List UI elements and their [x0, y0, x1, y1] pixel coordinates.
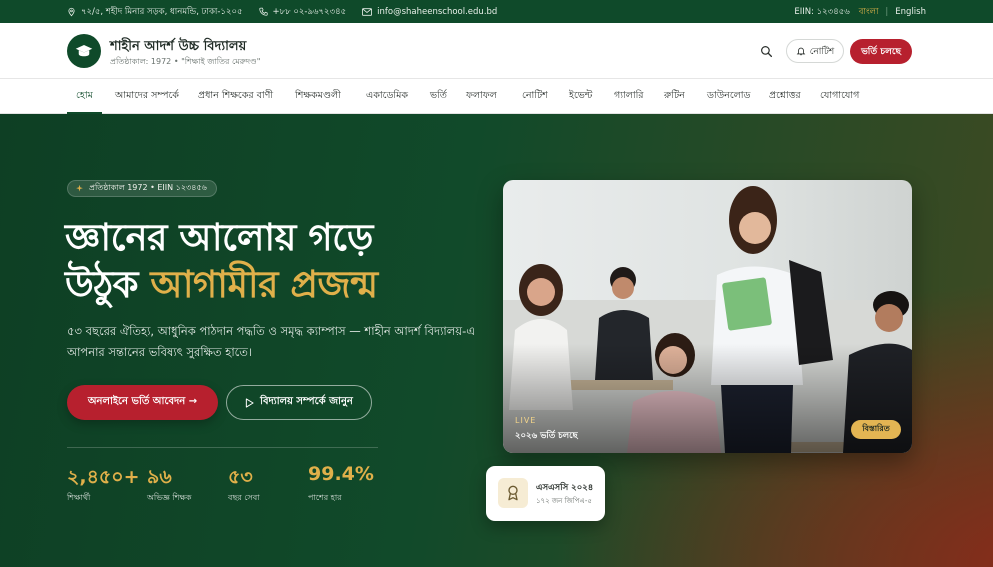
- site-header: শাহীন আদর্শ উচ্চ বিদ্যালয় প্রতিষ্ঠাকাল:…: [0, 23, 993, 79]
- details-button[interactable]: বিস্তারিত: [851, 420, 901, 439]
- result-subtitle: ১৭২ জন জিপিএ-৫: [536, 497, 592, 505]
- topbar-right: EIIN: ১২৩৪৫৬ বাংলা | English: [794, 5, 926, 19]
- hero-title-line2: উঠুক আগামীর প্রজন্ম: [65, 261, 378, 308]
- stat-pass-rate-label: পাশের হার: [308, 493, 342, 502]
- stat-teachers-label: অভিজ্ঞ শিক্ষক: [147, 493, 192, 502]
- stat-pass-rate-value: 99.4%: [308, 463, 374, 485]
- nav-item-gallery[interactable]: গ্যালারি: [614, 79, 644, 114]
- play-icon: [245, 397, 254, 408]
- nav-item-teachers[interactable]: শিক্ষকমণ্ডলী: [295, 79, 341, 114]
- stat-students-value: ২,৪৫০+: [67, 466, 140, 488]
- nav-item-faq[interactable]: প্রশ্নোত্তর: [769, 79, 801, 114]
- stats-divider: [67, 447, 378, 448]
- notice-button[interactable]: নোটিশ: [786, 39, 844, 63]
- search-icon: [760, 45, 772, 57]
- stat-teachers-value: ৯৬: [147, 466, 172, 488]
- sparkle-icon: [76, 184, 83, 192]
- nav-item-headmaster-message[interactable]: প্রধান শিক্ষকের বাণী: [198, 79, 273, 114]
- learn-about-label: বিদ্যালয় সম্পর্কে জানুন: [260, 396, 353, 407]
- bell-icon: [796, 47, 806, 56]
- phone-icon: [258, 7, 268, 16]
- stat-years-value: ৫৩: [228, 466, 253, 488]
- eiin-text: EIIN: ১২৩৪৫৬: [794, 6, 850, 17]
- email-text: info@shaheenschool.edu.bd: [377, 6, 498, 17]
- apply-online-button[interactable]: অনলাইনে ভর্তি আবেদন →: [67, 385, 218, 420]
- map-pin-icon: [68, 7, 75, 16]
- classroom-photo: LIVE ২০২৬ ভর্তি চলছে বিস্তারিত: [503, 180, 912, 453]
- result-title: এসএসসি ২০২৪: [536, 483, 594, 493]
- mail-icon: [362, 7, 373, 16]
- address-text: ৭২/৫, শহীদ মিনার সড়ক, ধানমন্ডি, ঢাকা-১২…: [81, 6, 243, 17]
- stat-years-label: বছর সেবা: [228, 493, 260, 502]
- live-label: LIVE: [515, 416, 537, 425]
- stat-students-label: শিক্ষার্থী: [67, 493, 91, 502]
- nav-item-about[interactable]: আমাদের সম্পর্কে: [115, 79, 179, 114]
- graduation-cap-icon: [75, 45, 93, 57]
- badge-text: প্রতিষ্ঠাকাল 1972 • EIIN ১২৩৪৫৬: [89, 183, 207, 192]
- hero-description: ৫৩ বছরের ঐতিহ্য, আধুনিক পাঠদান পদ্ধতি ও …: [67, 324, 475, 359]
- notice-label: নোটিশ: [809, 46, 835, 57]
- lang-english-link[interactable]: English: [895, 7, 926, 17]
- nav-item-routine[interactable]: রুটিন: [664, 79, 685, 114]
- award-icon: [508, 485, 518, 501]
- nav-item-home[interactable]: হোম: [67, 79, 102, 114]
- classroom-illustration: [503, 180, 912, 453]
- address-info: ৭২/৫, শহীদ মিনার সড়ক, ধানমন্ডি, ঢাকা-১২…: [67, 5, 243, 19]
- hero-title-highlight: আগামীর প্রজন্ম: [150, 263, 378, 306]
- result-card[interactable]: এসএসসি ২০২৪ ১৭২ জন জিপিএ-৫: [486, 466, 605, 521]
- email-info[interactable]: info@shaheenschool.edu.bd: [362, 7, 497, 17]
- admission-button[interactable]: ভর্তি চলছে: [850, 39, 912, 64]
- nav-item-results[interactable]: ফলাফল: [466, 79, 497, 114]
- result-icon-box: [498, 478, 528, 508]
- hero-section: প্রতিষ্ঠাকাল 1972 • EIIN ১২৩৪৫৬ জ্ঞানের …: [0, 114, 993, 567]
- nav-item-contact[interactable]: যোগাযোগ: [820, 79, 859, 114]
- live-subtitle: ২০২৬ ভর্তি চলছে: [515, 431, 578, 441]
- established-badge: প্রতিষ্ঠাকাল 1972 • EIIN ১২৩৪৫৬: [67, 180, 217, 197]
- school-name[interactable]: শাহীন আদর্শ উচ্চ বিদ্যালয়: [110, 37, 246, 58]
- lang-separator: |: [885, 6, 889, 17]
- lang-bangla-link[interactable]: বাংলা: [859, 5, 879, 19]
- phone-text: +৮৮ ০২-৯৬৭২৩৪৫: [272, 6, 347, 17]
- main-nav: হোম আমাদের সম্পর্কে প্রধান শিক্ষকের বাণী…: [0, 79, 993, 114]
- nav-item-admission[interactable]: ভর্তি: [430, 79, 447, 114]
- nav-item-events[interactable]: ইভেন্ট: [569, 79, 592, 114]
- school-tagline: প্রতিষ্ঠাকাল: 1972 • "শিক্ষাই জাতির মেরু…: [110, 57, 261, 66]
- top-info-bar: ৭২/৫, শহীদ মিনার সড়ক, ধানমন্ডি, ঢাকা-১২…: [0, 0, 993, 23]
- nav-item-academic[interactable]: একাডেমিক: [366, 79, 408, 114]
- hero-title-line2-plain: উঠুক: [65, 263, 151, 306]
- learn-about-button[interactable]: বিদ্যালয় সম্পর্কে জানুন: [226, 385, 372, 420]
- school-logo[interactable]: [67, 34, 101, 68]
- nav-item-notice[interactable]: নোটিশ: [522, 79, 548, 114]
- hero-title-line1: জ্ঞানের আলোয় গড়ে: [65, 216, 373, 259]
- nav-item-download[interactable]: ডাউনলোড: [707, 79, 750, 114]
- hero-title: জ্ঞানের আলোয় গড়ে উঠুক আগামীর প্রজন্ম: [65, 214, 378, 308]
- phone-info[interactable]: +৮৮ ০২-৯৬৭২৩৪৫: [258, 5, 347, 19]
- search-button[interactable]: [757, 42, 775, 60]
